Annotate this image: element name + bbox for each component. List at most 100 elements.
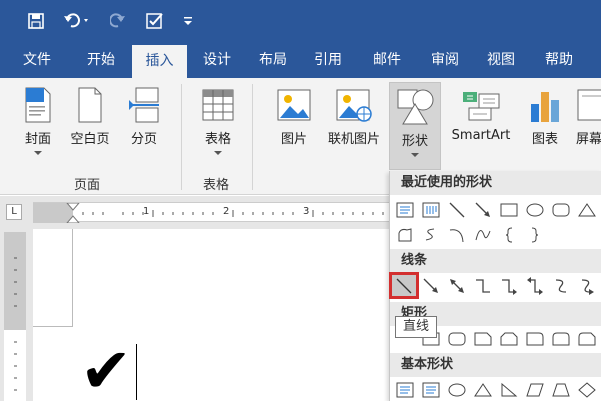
arc-icon[interactable] xyxy=(446,224,468,246)
tab-insert[interactable]: 插入 xyxy=(132,45,187,78)
right-triangle-icon[interactable] xyxy=(498,379,520,401)
tab-layout[interactable]: 布局 xyxy=(250,42,296,78)
shapes-button-content[interactable]: 形状 xyxy=(389,86,441,157)
shapes-icon xyxy=(395,86,435,126)
triangle-icon[interactable] xyxy=(472,379,494,401)
checklist-icon[interactable] xyxy=(144,11,166,31)
tab-view[interactable]: 视图 xyxy=(478,42,524,78)
online-picture-label: 联机图片 xyxy=(327,132,380,147)
tab-mailings[interactable]: 邮件 xyxy=(364,42,410,78)
line-icon[interactable] xyxy=(446,199,468,221)
rounded-rectangle-icon[interactable] xyxy=(446,328,468,350)
online-picture-button[interactable]: 联机图片 xyxy=(322,86,386,147)
screenshot-label: 屏幕 xyxy=(576,132,601,147)
redo-icon[interactable] xyxy=(108,11,128,31)
tab-references[interactable]: 引用 xyxy=(305,42,351,78)
horizontal-ruler[interactable]: 1 2 3 xyxy=(33,202,393,223)
text-box-icon[interactable] xyxy=(394,199,416,221)
tab-design[interactable]: 设计 xyxy=(194,42,240,78)
snip-rectangle-icon[interactable] xyxy=(472,328,494,350)
snip-round-rectangle-icon[interactable] xyxy=(576,328,598,350)
lines-header: 线条 xyxy=(390,249,601,273)
blank-page-icon xyxy=(75,86,105,124)
smartart-button[interactable]: SmartArt xyxy=(445,86,517,143)
round-two-corner-rectangle-icon[interactable] xyxy=(550,328,572,350)
triangle-icon[interactable] xyxy=(576,199,598,221)
save-icon[interactable] xyxy=(26,11,46,31)
cover-page-icon xyxy=(22,86,54,124)
table-icon xyxy=(201,86,235,124)
arrow-icon[interactable] xyxy=(420,275,442,297)
page-break-button[interactable]: 分页 xyxy=(122,86,166,147)
customize-toolbar-icon[interactable] xyxy=(182,11,194,31)
text-box-icon[interactable] xyxy=(394,379,416,401)
chart-button[interactable]: 图表 xyxy=(523,86,567,147)
tab-help[interactable]: 帮助 xyxy=(536,42,582,78)
ruler-number: 3 xyxy=(303,206,310,217)
blank-page-button[interactable]: 空白页 xyxy=(64,86,116,147)
ruler-number: 2 xyxy=(223,206,230,217)
trapezoid-icon[interactable] xyxy=(550,379,572,401)
scribble-icon[interactable] xyxy=(420,224,442,246)
title-bar xyxy=(0,0,601,42)
online-picture-icon xyxy=(335,86,373,124)
double-arrow-icon[interactable] xyxy=(446,275,468,297)
page-break-icon xyxy=(127,86,161,124)
screenshot-icon xyxy=(572,86,601,124)
margin-guide xyxy=(33,229,73,327)
group-label-pages: 页面 xyxy=(74,178,101,193)
right-brace-icon[interactable] xyxy=(524,224,546,246)
cover-page-button[interactable]: 封面 xyxy=(14,86,62,155)
smartart-icon xyxy=(461,86,501,124)
screenshot-button[interactable]: 屏幕 xyxy=(572,86,601,147)
text-box-icon[interactable] xyxy=(420,379,442,401)
tab-file[interactable]: 文件 xyxy=(14,42,60,78)
curved-connector-icon[interactable] xyxy=(550,275,572,297)
straight-line-shape-selected[interactable] xyxy=(389,272,419,299)
snip-two-corner-rectangle-icon[interactable] xyxy=(498,328,520,350)
picture-label: 图片 xyxy=(280,132,307,147)
chart-icon xyxy=(527,86,563,124)
arrow-icon[interactable] xyxy=(472,199,494,221)
rectangle-icon[interactable] xyxy=(498,199,520,221)
chevron-down-icon xyxy=(214,151,222,155)
picture-icon xyxy=(276,86,312,124)
elbow-arrow-connector-icon[interactable] xyxy=(498,275,520,297)
basic-shapes-header: 基本形状 xyxy=(390,353,601,377)
elbow-connector-icon[interactable] xyxy=(472,275,494,297)
shapes-label: 形状 xyxy=(401,134,428,149)
table-label: 表格 xyxy=(204,132,231,147)
shapes-gallery: 最近使用的形状 线条 矩形 基本形状 xyxy=(389,171,601,401)
page-break-label: 分页 xyxy=(130,132,157,147)
cover-page-label: 封面 xyxy=(24,132,51,147)
vertical-ruler[interactable] xyxy=(4,232,26,401)
recent-shapes-header: 最近使用的形状 xyxy=(390,171,601,195)
elbow-double-arrow-connector-icon[interactable] xyxy=(524,275,546,297)
ribbon-divider xyxy=(252,84,253,190)
picture-button[interactable]: 图片 xyxy=(272,86,316,147)
chevron-down-icon xyxy=(411,153,419,157)
chevron-down-icon xyxy=(34,151,42,155)
curve-icon[interactable] xyxy=(472,224,494,246)
oval-icon[interactable] xyxy=(524,199,546,221)
document-checkmark: ✔ xyxy=(80,334,132,401)
ribbon-tabs: 文件 开始 插入 设计 布局 引用 邮件 审阅 视图 帮助 xyxy=(0,42,601,78)
ruler-number: 1 xyxy=(143,206,150,217)
tab-review[interactable]: 审阅 xyxy=(422,42,468,78)
parallelogram-icon[interactable] xyxy=(524,379,546,401)
chart-label: 图表 xyxy=(531,132,558,147)
rounded-rectangle-icon[interactable] xyxy=(550,199,572,221)
left-brace-icon[interactable] xyxy=(498,224,520,246)
blank-page-label: 空白页 xyxy=(70,132,110,147)
undo-icon[interactable] xyxy=(62,11,92,31)
oval-icon[interactable] xyxy=(446,379,468,401)
round-corner-rectangle-icon[interactable] xyxy=(524,328,546,350)
text-cursor xyxy=(136,344,137,400)
freeform-icon[interactable] xyxy=(394,224,416,246)
tab-home[interactable]: 开始 xyxy=(78,42,124,78)
vertical-text-box-icon[interactable] xyxy=(420,199,442,221)
diamond-icon[interactable] xyxy=(576,379,598,401)
curved-arrow-connector-icon[interactable] xyxy=(576,275,598,297)
tab-stop-selector[interactable]: L xyxy=(6,204,22,220)
table-button[interactable]: 表格 xyxy=(196,86,240,155)
